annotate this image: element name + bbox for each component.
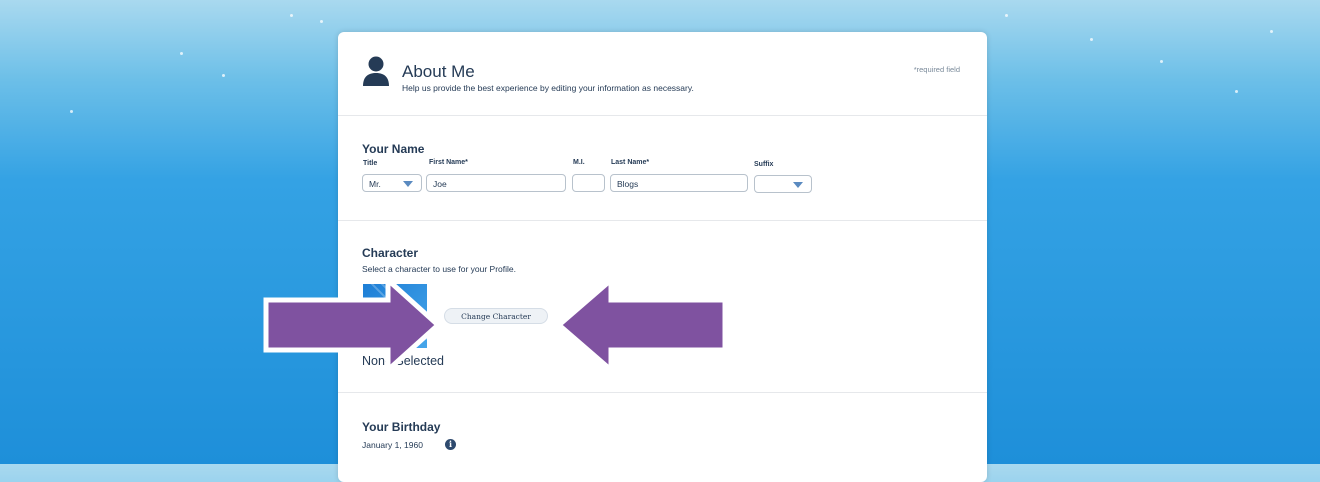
first-name-label: First Name*	[429, 159, 468, 166]
chevron-down-icon	[403, 181, 413, 187]
your-name-heading: Your Name	[362, 142, 425, 156]
sparkle	[222, 74, 225, 77]
page-title: About Me	[402, 62, 475, 81]
middle-initial-label: M.I.	[573, 159, 585, 166]
divider	[338, 392, 987, 393]
sparkle	[1270, 30, 1273, 33]
right-pointing-arrow	[263, 276, 442, 374]
required-field-note: *required field	[913, 65, 960, 74]
info-icon[interactable]: i	[445, 439, 456, 450]
last-name-value: Blogs	[617, 179, 639, 189]
middle-initial-field[interactable]	[572, 174, 605, 192]
last-name-field[interactable]: Blogs	[610, 174, 748, 192]
birthday-value: January 1, 1960	[362, 440, 423, 450]
suffix-label: Suffix	[754, 161, 774, 168]
sparkle	[1235, 90, 1238, 93]
divider	[338, 220, 987, 221]
sparkle	[1160, 60, 1163, 63]
page-subtitle: Help us provide the best experience by e…	[402, 83, 694, 93]
last-name-label: Last Name*	[611, 159, 650, 166]
your-birthday-heading: Your Birthday	[362, 420, 441, 434]
sparkle	[320, 20, 323, 23]
title-label: Title	[363, 160, 378, 167]
sparkle	[1090, 38, 1093, 41]
character-heading: Character	[362, 246, 419, 260]
sparkle	[290, 14, 293, 17]
title-select-value: Mr.	[369, 179, 381, 189]
person-icon	[363, 56, 389, 86]
character-subtitle: Select a character to use for your Profi…	[362, 264, 517, 274]
change-character-button[interactable]: Change Character	[444, 308, 548, 324]
about-me-card: About Me Help us provide the best experi…	[338, 32, 987, 482]
first-name-value: Joe	[433, 179, 447, 189]
sparkle	[1005, 14, 1008, 17]
sparkle	[180, 52, 183, 55]
title-select[interactable]: Mr.	[362, 174, 422, 192]
suffix-select[interactable]	[754, 175, 812, 193]
divider	[338, 115, 987, 116]
sparkle	[70, 110, 73, 113]
first-name-field[interactable]: Joe	[426, 174, 566, 192]
left-pointing-arrow	[555, 276, 728, 374]
chevron-down-icon	[793, 182, 803, 188]
